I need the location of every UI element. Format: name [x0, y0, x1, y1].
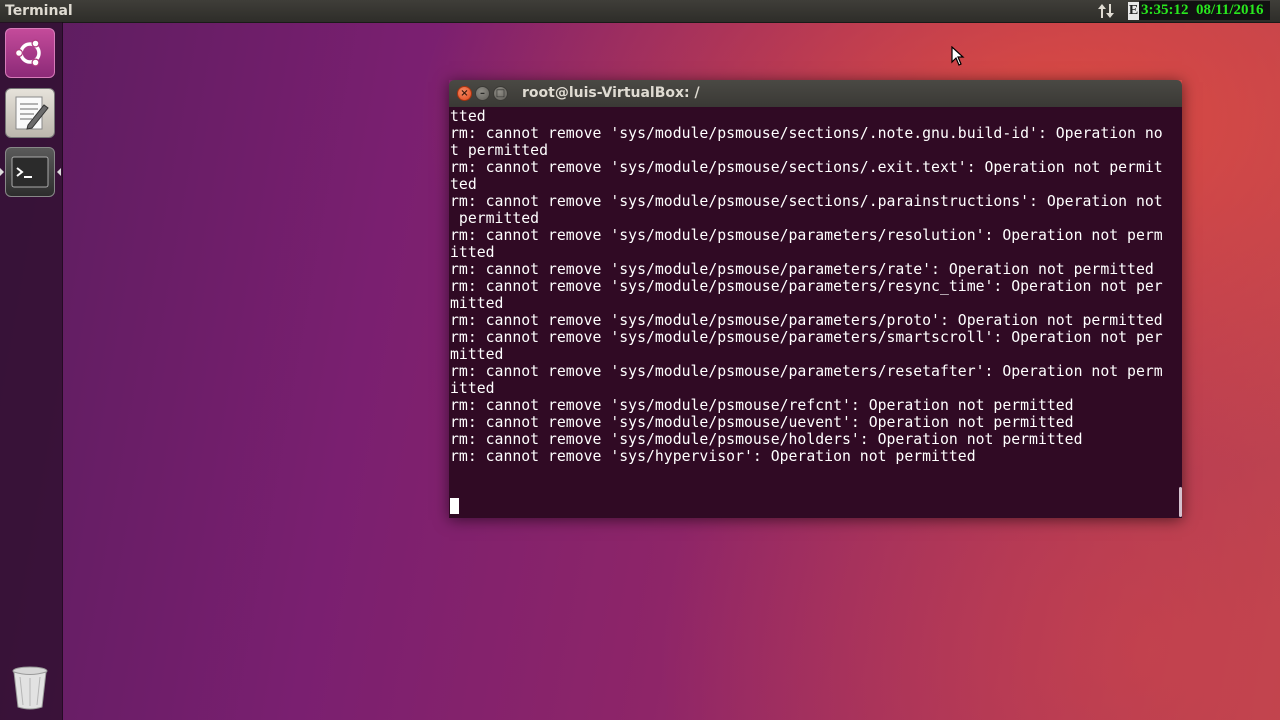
minimize-button[interactable]: –	[475, 86, 490, 101]
terminal-line: rm: cannot remove 'sys/module/psmouse/se…	[450, 125, 1163, 142]
running-indicator	[0, 168, 4, 176]
terminal-window[interactable]: × – □ root@luis-VirtualBox: / tted rm: ca…	[449, 80, 1182, 518]
terminal-line: t permitted	[450, 142, 548, 159]
terminal-line: rm: cannot remove 'sys/module/psmouse/pa…	[450, 261, 1154, 278]
trash-icon	[12, 666, 48, 710]
terminal-line: rm: cannot remove 'sys/module/psmouse/ho…	[450, 431, 1083, 448]
terminal-launcher-button[interactable]	[5, 147, 55, 197]
terminal-line: rm: cannot remove 'sys/module/psmouse/se…	[450, 193, 1163, 210]
terminal-line: rm: cannot remove 'sys/module/psmouse/pa…	[450, 227, 1163, 244]
network-updown-icon[interactable]	[1097, 2, 1115, 20]
terminal-line: mitted	[450, 295, 504, 312]
close-button[interactable]: ×	[457, 86, 472, 101]
trash-launcher-button[interactable]	[5, 663, 55, 713]
terminal-line: rm: cannot remove 'sys/module/psmouse/ue…	[450, 414, 1074, 431]
terminal-output[interactable]: tted rm: cannot remove 'sys/module/psmous…	[449, 107, 1182, 518]
maximize-button[interactable]: □	[493, 86, 508, 101]
clock-prefix: E	[1128, 1, 1139, 20]
terminal-line: rm: cannot remove 'sys/module/psmouse/pa…	[450, 363, 1163, 380]
mouse-pointer-icon	[951, 46, 965, 66]
minimize-icon: –	[480, 88, 485, 99]
top-panel: Terminal E 3:35:12 08/11/2016	[0, 0, 1280, 23]
terminal-line: rm: cannot remove 'sys/hypervisor': Oper…	[450, 448, 976, 465]
terminal-line: itted	[450, 244, 495, 261]
clock-indicator[interactable]: E 3:35:12 08/11/2016	[1128, 1, 1270, 20]
terminal-line: rm: cannot remove 'sys/module/psmouse/pa…	[450, 329, 1163, 346]
close-icon: ×	[460, 88, 469, 99]
window-title: root@luis-VirtualBox: /	[522, 85, 700, 101]
terminal-cursor	[450, 498, 459, 514]
focus-indicator	[57, 168, 61, 176]
terminal-lines: tted rm: cannot remove 'sys/module/psmous…	[450, 108, 1163, 465]
terminal-line: rm: cannot remove 'sys/module/psmouse/pa…	[450, 278, 1163, 295]
dash-launcher-button[interactable]	[5, 28, 55, 78]
terminal-line: ted	[450, 176, 477, 193]
ubuntu-logo-icon	[15, 39, 41, 67]
text-editor-launcher-button[interactable]	[5, 88, 55, 138]
scrollbar[interactable]	[1179, 487, 1182, 517]
maximize-icon: □	[495, 88, 506, 99]
launcher	[0, 22, 63, 720]
terminal-line: mitted	[450, 346, 504, 363]
terminal-icon	[11, 156, 49, 188]
window-titlebar[interactable]: × – □ root@luis-VirtualBox: /	[449, 80, 1182, 107]
terminal-line: permitted	[450, 210, 540, 227]
terminal-line: itted	[450, 380, 495, 397]
text-editor-icon	[15, 96, 49, 130]
terminal-line: tted	[450, 108, 486, 125]
terminal-line: rm: cannot remove 'sys/module/psmouse/pa…	[450, 312, 1163, 329]
terminal-line: rm: cannot remove 'sys/module/psmouse/se…	[450, 159, 1163, 176]
terminal-line: rm: cannot remove 'sys/module/psmouse/re…	[450, 397, 1074, 414]
active-app-title: Terminal	[5, 3, 73, 19]
clock-text: 3:35:12 08/11/2016	[1139, 1, 1270, 20]
